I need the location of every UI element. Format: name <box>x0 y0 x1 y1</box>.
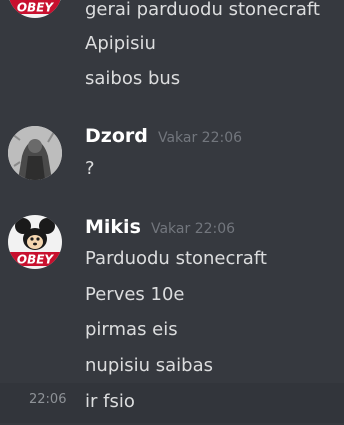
dzord-avatar[interactable] <box>8 126 62 180</box>
message-timestamp[interactable]: Vakar 22:06 <box>151 221 235 237</box>
message-text: pirmas eis <box>85 319 178 340</box>
message-text: ir fsio <box>85 391 135 412</box>
message-timestamp[interactable]: Vakar 22:06 <box>158 130 242 146</box>
mikis-avatar-top[interactable]: OBEY <box>8 0 62 18</box>
svg-text:OBEY: OBEY <box>17 253 55 267</box>
message-text: gerai parduodu stonecraft <box>85 0 320 20</box>
message-header: Mikis Vakar 22:06 <box>85 216 235 238</box>
message-text: Apipisiu <box>85 33 156 54</box>
username[interactable]: Mikis <box>85 216 141 238</box>
message-text: ? <box>85 158 95 179</box>
message-text: saibos bus <box>85 68 181 89</box>
svg-text:OBEY: OBEY <box>17 1 55 15</box>
message-hover-timestamp[interactable]: 22:06 <box>29 392 66 407</box>
username[interactable]: Dzord <box>85 125 148 147</box>
message-header: Dzord Vakar 22:06 <box>85 125 242 147</box>
message-text: Perves 10e <box>85 284 185 305</box>
message-text: Parduodu stonecraft <box>85 248 267 269</box>
message-text: nupisiu saibas <box>85 355 213 376</box>
mikis-avatar[interactable]: OBEY <box>8 215 62 269</box>
chat-messages-pane: OBEY gerai parduodu stonecraft Apipisiu … <box>0 0 344 425</box>
